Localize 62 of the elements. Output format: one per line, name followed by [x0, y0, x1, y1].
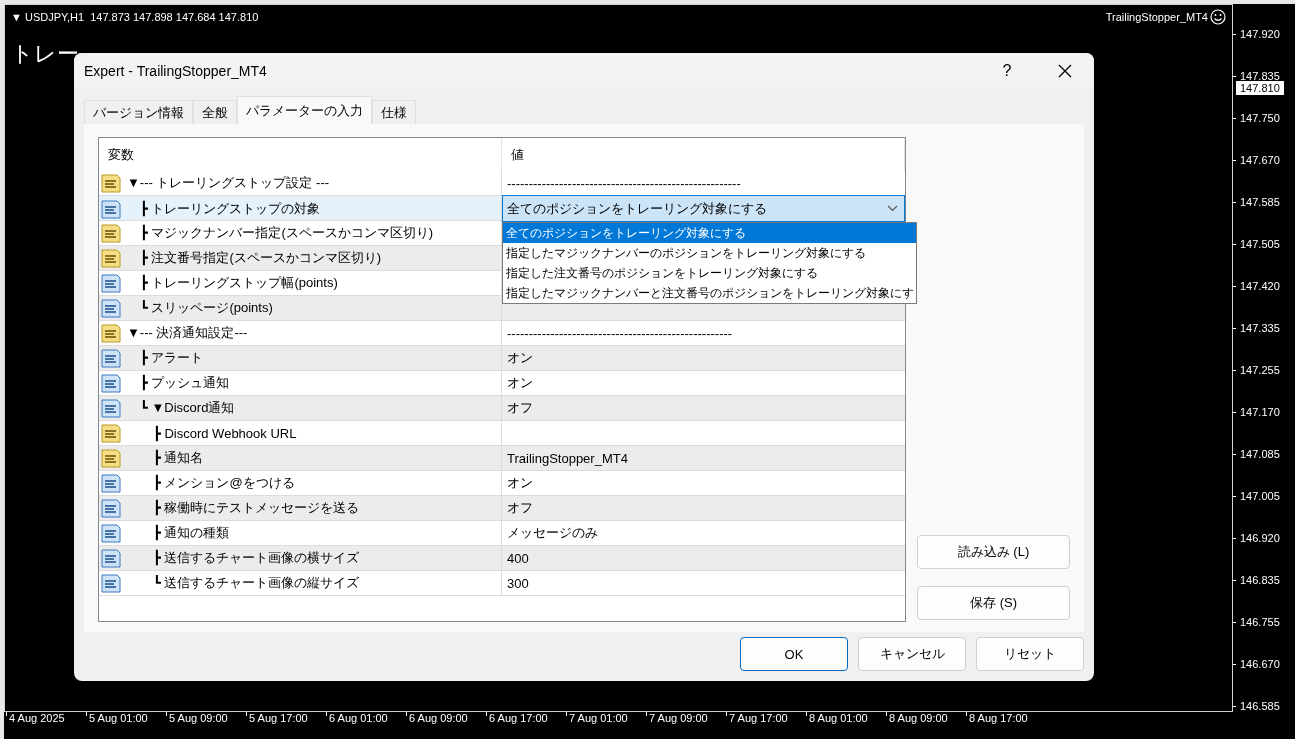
parameter-name: ┣ トレーリングストップ幅(points) [140, 274, 338, 292]
time-label: 8 Aug 17:00 [966, 712, 1046, 739]
parameter-value: メッセージのみ [506, 524, 598, 542]
expert-name: TrailingStopper_MT4 [1105, 11, 1208, 23]
parameter-value: ------------------------------------------------------ [506, 175, 741, 191]
parameter-name: ┣ 注文番号指定(スペースかコンマ区切り) [140, 249, 382, 267]
price-label: 146.585 [1233, 700, 1295, 712]
price-label: 147.335 [1233, 322, 1295, 334]
parameter-name: ┣ 通知の種類 [153, 524, 230, 542]
time-label: 5 Aug 09:00 [166, 712, 246, 739]
parameter-value: オン [506, 374, 533, 392]
time-label: 5 Aug 17:00 [246, 712, 326, 739]
parameter-name: ┗ ▼Discord通知 [140, 399, 235, 417]
price-label: 147.420 [1233, 280, 1295, 292]
parameter-name: ┣ トレーリングストップの対象 [140, 200, 321, 218]
chart-comment: トレー [11, 40, 79, 68]
price-label: 147.750 [1233, 112, 1295, 124]
price-label: 147.670 [1233, 154, 1295, 166]
parameter-value: オフ [506, 399, 533, 417]
parameter-name: ┣ マジックナンバー指定(スペースかコンマ区切り) [140, 224, 434, 242]
price-label: 146.835 [1233, 574, 1295, 586]
time-label: 6 Aug 09:00 [406, 712, 486, 739]
time-label: 4 Aug 2025 [6, 712, 86, 739]
time-label: 7 Aug 17:00 [726, 712, 806, 739]
parameter-value: ---------------------------------------------------- [506, 325, 733, 341]
price-label: 146.670 [1233, 658, 1295, 670]
time-label: 6 Aug 01:00 [326, 712, 406, 739]
time-label: 8 Aug 09:00 [886, 712, 966, 739]
parameter-value: オフ [506, 499, 533, 517]
parameter-value: 300 [506, 575, 529, 591]
price-label: 147.005 [1233, 490, 1295, 502]
parameter-value: TrailingStopper_MT4 [506, 450, 628, 466]
current-price-label: 147.810 [1236, 81, 1284, 95]
price-label: 147.255 [1233, 364, 1295, 376]
parameter-name: ┣ メンション@をつける [153, 474, 295, 492]
parameter-name: ┣ 送信するチャート画像の横サイズ [153, 549, 360, 567]
symbol-quote: ▼ USDJPY,H1 147.873 147.898 147.684 147.810 [11, 11, 259, 23]
price-label: 147.085 [1233, 448, 1295, 460]
parameter-value: 400 [506, 550, 529, 566]
parameter-name: ┣ 稼働時にテストメッセージを送る [153, 499, 360, 517]
parameter-name: ▼--- 決済通知設定--- [127, 324, 248, 342]
parameter-name: ┣ アラート [140, 349, 204, 367]
parameter-value: オン [506, 474, 533, 492]
time-label: 5 Aug 01:00 [86, 712, 166, 739]
parameter-name: ▼--- トレーリングストップ設定 --- [127, 174, 330, 192]
time-label: 7 Aug 01:00 [566, 712, 646, 739]
time-label: 8 Aug 01:00 [806, 712, 886, 739]
price-label: 147.170 [1233, 406, 1295, 418]
parameter-name: ┣ Discord Webhook URL [153, 425, 297, 441]
parameter-name: ┗ 送信するチャート画像の縦サイズ [153, 574, 360, 592]
price-label: 147.835 [1233, 70, 1295, 82]
price-label: 147.920 [1233, 28, 1295, 40]
parameter-name: ┣ プッシュ通知 [140, 374, 230, 392]
price-label: 146.920 [1233, 532, 1295, 544]
window-title: Expert - TrailingStopper_MT4 [84, 62, 268, 79]
time-label: 7 Aug 09:00 [646, 712, 726, 739]
time-label: 6 Aug 17:00 [486, 712, 566, 739]
price-label: 147.505 [1233, 238, 1295, 250]
parameter-value: オン [506, 349, 533, 367]
price-label: 146.755 [1233, 616, 1295, 628]
parameter-name: ┣ 通知名 [153, 449, 204, 467]
price-label: 147.585 [1233, 196, 1295, 208]
